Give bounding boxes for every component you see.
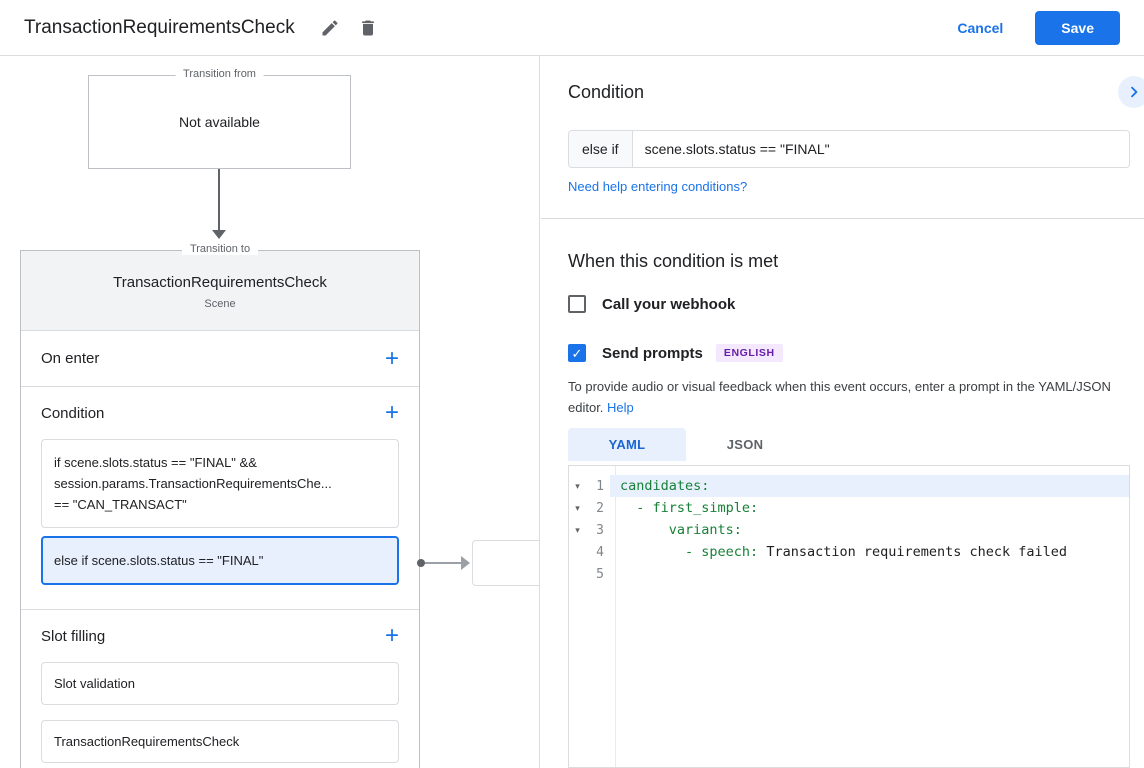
add-slot-icon[interactable]: + [385, 624, 399, 648]
transition-to-label: Transition to [182, 243, 258, 255]
transition-target-node[interactable] [472, 540, 540, 586]
code-token: - first_simple: [620, 500, 758, 516]
call-webhook-label: Call your webhook [602, 296, 735, 313]
line-number: 4 [586, 545, 610, 560]
prompt-code-editor[interactable]: ▾ 1 candidates: ▾ 2 - first_simple: ▾ 3 … [568, 465, 1130, 768]
fold-arrow-icon[interactable]: ▾ [569, 503, 586, 514]
transition-arrow-icon [212, 230, 226, 239]
editor-line[interactable]: 5 [569, 563, 1129, 585]
send-prompts-row[interactable]: ✓ Send prompts ENGLISH [568, 344, 783, 362]
line-number: 1 [586, 479, 610, 494]
editor-line[interactable]: 4 - speech: Transaction requirements che… [569, 541, 1129, 563]
add-on-enter-icon[interactable]: + [385, 347, 399, 371]
editor-lines: ▾ 1 candidates: ▾ 2 - first_simple: ▾ 3 … [569, 466, 1129, 585]
add-condition-icon[interactable]: + [385, 401, 399, 425]
slot-item[interactable]: TransactionRequirementsCheck [41, 720, 399, 763]
editor-line[interactable]: ▾ 2 - first_simple: [569, 497, 1129, 519]
fold-arrow-icon[interactable]: ▾ [569, 481, 586, 492]
send-prompts-checkbox[interactable]: ✓ [568, 344, 586, 362]
pencil-icon [320, 18, 340, 38]
tab-json[interactable]: JSON [686, 428, 804, 461]
check-icon: ✓ [572, 347, 583, 360]
on-enter-label: On enter [41, 350, 99, 367]
save-button[interactable]: Save [1035, 11, 1120, 45]
transition-connector-line [218, 169, 220, 233]
transition-from-label: Transition from [175, 68, 264, 80]
condition-section: Condition + if scene.slots.status == "FI… [21, 387, 419, 610]
slot-filling-header: Slot filling + [21, 610, 419, 662]
prompt-description-text: To provide audio or visual feedback when… [568, 379, 1111, 415]
scene-node[interactable]: Transition to TransactionRequirementsChe… [20, 250, 420, 768]
line-number: 3 [586, 523, 610, 538]
code-token: variants: [620, 522, 742, 538]
slot-filling-label: Slot filling [41, 628, 105, 645]
call-webhook-checkbox[interactable] [568, 295, 586, 313]
condition-expression-input[interactable] [633, 131, 1129, 167]
cancel-button[interactable]: Cancel [957, 20, 1003, 36]
line-number: 2 [586, 501, 610, 516]
prompt-description: To provide audio or visual feedback when… [568, 377, 1140, 419]
connector-line [423, 562, 463, 564]
scene-graph-canvas: Transition from Not available Transition… [0, 56, 540, 768]
fold-arrow-icon[interactable]: ▾ [569, 525, 586, 536]
actions-console-scene-editor: TransactionRequirementsCheck Cancel Save… [0, 0, 1144, 768]
scene-node-header: TransactionRequirementsCheck Scene [21, 251, 419, 331]
header-bar: TransactionRequirementsCheck Cancel Save [0, 0, 1144, 56]
scene-node-title: TransactionRequirementsCheck [21, 274, 419, 291]
editor-line[interactable]: ▾ 3 variants: [569, 519, 1129, 541]
slot-item[interactable]: Slot validation [41, 662, 399, 705]
panel-title: Condition [568, 82, 644, 103]
language-badge: ENGLISH [716, 344, 783, 362]
trash-icon [358, 18, 378, 38]
condition-detail-panel: Condition else if Need help entering con… [541, 56, 1144, 768]
condition-section-label: Condition [41, 405, 104, 422]
page-title: TransactionRequirementsCheck [24, 17, 295, 39]
code-line[interactable]: - speech: Transaction requirements check… [610, 541, 1129, 563]
chevron-right-icon [1123, 81, 1144, 103]
call-webhook-row[interactable]: Call your webhook [568, 295, 735, 313]
panel-divider [541, 218, 1144, 219]
code-line[interactable]: candidates: [610, 475, 1129, 497]
code-line[interactable] [610, 563, 1129, 585]
slot-filling-section: Slot filling + Slot validation Transacti… [21, 610, 419, 763]
edit-title-button[interactable] [313, 11, 347, 45]
on-enter-row[interactable]: On enter + [21, 331, 419, 387]
condition-item-selected[interactable]: else if scene.slots.status == "FINAL" [41, 536, 399, 585]
code-token: Transaction requirements check failed [766, 544, 1067, 560]
connector-dot [417, 559, 425, 567]
condition-item[interactable]: if scene.slots.status == "FINAL" && sess… [41, 439, 399, 528]
editor-format-tabs: YAML JSON [568, 428, 804, 461]
transition-from-content: Not available [89, 76, 350, 168]
delete-button[interactable] [351, 11, 385, 45]
line-number: 5 [586, 567, 610, 582]
code-token: - speech: [620, 544, 766, 560]
scene-node-subtitle: Scene [21, 298, 419, 310]
when-condition-met-title: When this condition is met [568, 251, 778, 272]
prompt-help-link[interactable]: Help [607, 400, 634, 415]
conditions-help-link[interactable]: Need help entering conditions? [568, 179, 747, 194]
condition-prefix-label: else if [569, 131, 633, 167]
condition-section-header: Condition + [21, 387, 419, 439]
send-prompts-label: Send prompts [602, 345, 703, 362]
code-line[interactable]: variants: [610, 519, 1129, 541]
collapse-panel-button[interactable] [1118, 76, 1144, 108]
tab-yaml[interactable]: YAML [568, 428, 686, 461]
transition-from-node[interactable]: Transition from Not available [88, 75, 351, 169]
code-token: candidates: [620, 478, 709, 494]
condition-expression-row: else if [568, 130, 1130, 168]
editor-line[interactable]: ▾ 1 candidates: [569, 475, 1129, 497]
connector-arrow-icon [461, 556, 470, 570]
code-line[interactable]: - first_simple: [610, 497, 1129, 519]
